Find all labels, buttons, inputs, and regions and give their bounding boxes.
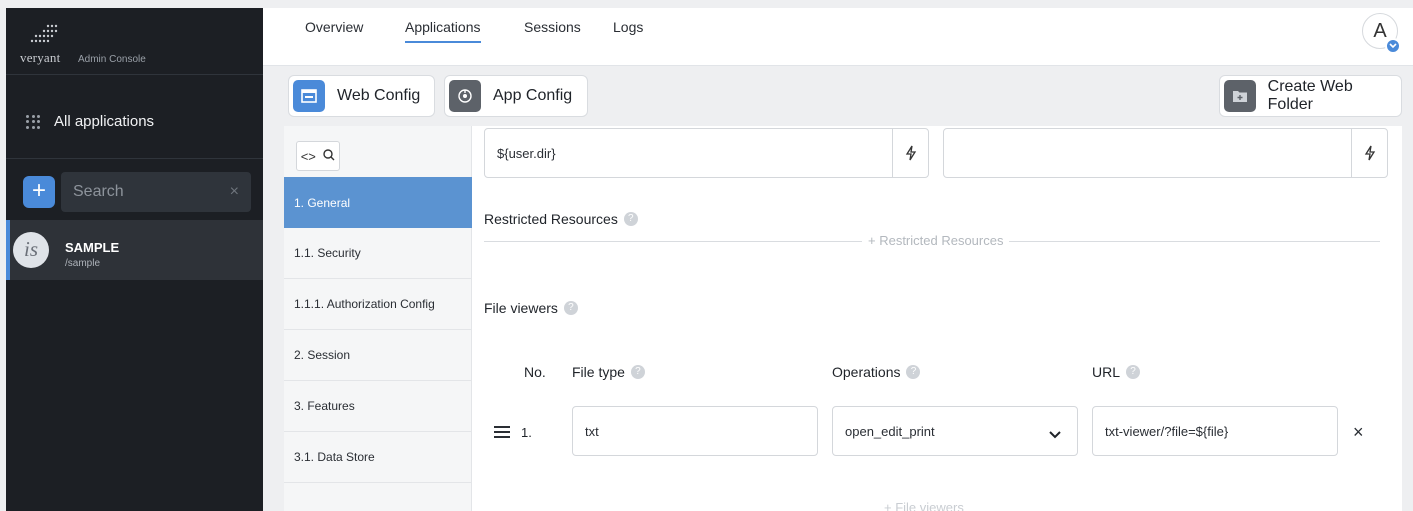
bolt-icon[interactable] [1351, 129, 1387, 177]
web-config-icon [293, 80, 325, 112]
secondary-field[interactable] [943, 128, 1388, 178]
section-data-store[interactable]: 3.1. Data Store [284, 432, 472, 483]
create-web-folder-label: Create Web Folder [1267, 78, 1353, 113]
app-config-button[interactable]: App Config [444, 75, 588, 117]
chevron-down-icon[interactable] [1385, 38, 1401, 54]
section-session[interactable]: 2. Session [284, 330, 472, 381]
working-dir-field[interactable]: ${user.dir} [484, 128, 929, 178]
search-input[interactable] [73, 183, 213, 201]
folder-add-icon [1224, 80, 1256, 112]
column-no: No. [524, 364, 546, 380]
help-icon[interactable]: ? [563, 301, 578, 315]
application-item-sample[interactable]: is SAMPLE /sample [6, 220, 263, 280]
working-dir-value: ${user.dir} [497, 145, 556, 161]
section-general[interactable]: 1. General [284, 177, 472, 228]
sidebar-divider [6, 74, 263, 75]
column-url: URL? [1092, 364, 1141, 380]
app-config-icon [449, 80, 481, 112]
restricted-resources-heading: Restricted Resources? [484, 211, 638, 227]
section-authorization-config[interactable]: 1.1.1. Authorization Config [284, 279, 472, 330]
brand-subtitle: Admin Console [78, 54, 146, 65]
file-viewers-heading: File viewers? [484, 300, 578, 316]
app-name: SAMPLE [65, 240, 120, 255]
help-icon[interactable]: ? [1126, 365, 1141, 379]
search-box: × [61, 172, 251, 212]
tab-sessions[interactable]: Sessions [524, 19, 581, 41]
help-icon[interactable]: ? [906, 365, 921, 379]
tab-logs[interactable]: Logs [613, 19, 643, 41]
all-applications-link[interactable]: All applications [26, 113, 154, 130]
brand-word: veryant [20, 50, 61, 65]
clear-search-icon[interactable]: × [230, 183, 239, 201]
tab-overview[interactable]: Overview [305, 19, 363, 41]
url-input[interactable]: txt-viewer/?file=${file} [1092, 406, 1338, 456]
help-icon[interactable]: ? [623, 212, 638, 226]
drag-handle-icon[interactable] [494, 426, 510, 441]
add-application-button[interactable]: + [23, 176, 55, 208]
file-type-input[interactable]: txt [572, 406, 818, 456]
sidebar: veryant Admin Console All applications +… [6, 8, 263, 511]
column-file-type: File type? [572, 364, 645, 380]
grid-dots-icon [26, 114, 40, 129]
sidebar-divider [6, 158, 263, 159]
all-applications-label: All applications [54, 113, 155, 130]
brand: veryant Admin Console [20, 14, 146, 65]
search-icon[interactable] [323, 148, 335, 164]
code-icon[interactable]: <> [301, 149, 316, 164]
section-features[interactable]: 3. Features [284, 381, 472, 432]
help-icon[interactable]: ? [630, 365, 645, 379]
app-config-label: App Config [493, 87, 573, 104]
selected-accent [6, 220, 10, 280]
app-path: /sample [65, 258, 101, 269]
add-file-viewers-button[interactable]: + File viewers [884, 500, 964, 511]
web-config-button[interactable]: Web Config [288, 75, 435, 117]
subnav-tools: <> [296, 141, 340, 171]
add-restricted-resources-button[interactable]: + Restricted Resources [862, 233, 1010, 248]
bolt-icon[interactable] [892, 129, 928, 177]
chevron-down-icon [1049, 427, 1061, 442]
operations-select[interactable]: open_edit_print [832, 406, 1078, 456]
operations-value: open_edit_print [845, 423, 935, 439]
config-section-nav: <> 1. General 1.1. Security 1.1.1. Autho… [284, 126, 472, 511]
row-number: 1. [521, 425, 532, 440]
veryant-logo: veryant [20, 20, 64, 65]
tab-applications[interactable]: Applications [405, 19, 481, 43]
web-config-label: Web Config [337, 87, 421, 104]
remove-row-icon[interactable]: × [1353, 422, 1364, 443]
section-security[interactable]: 1.1. Security [284, 228, 472, 279]
column-operations: Operations? [832, 364, 921, 380]
create-web-folder-button[interactable]: Create Web Folder [1219, 75, 1402, 117]
app-logo-icon: is [13, 232, 49, 268]
